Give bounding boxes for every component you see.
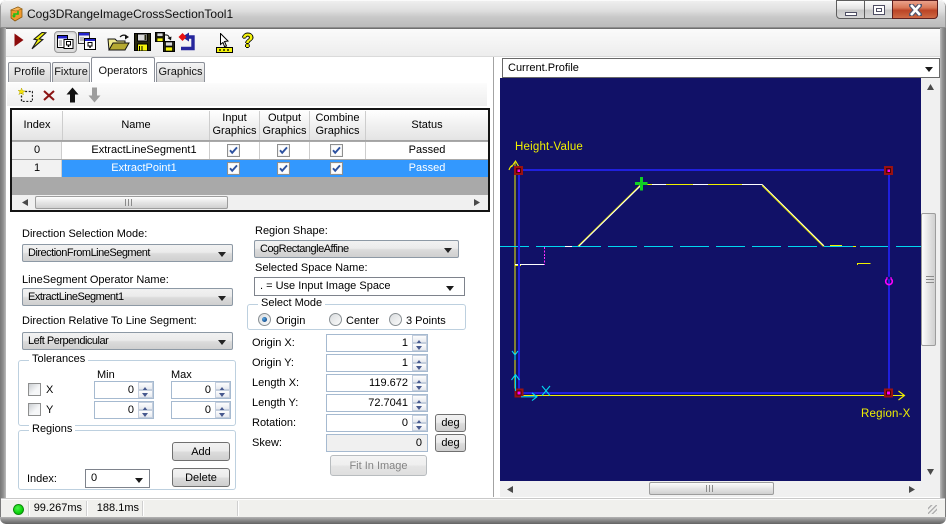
svg-text:Region-X: Region-X [861, 408, 911, 420]
svg-text:Height-Value: Height-Value [515, 141, 583, 153]
